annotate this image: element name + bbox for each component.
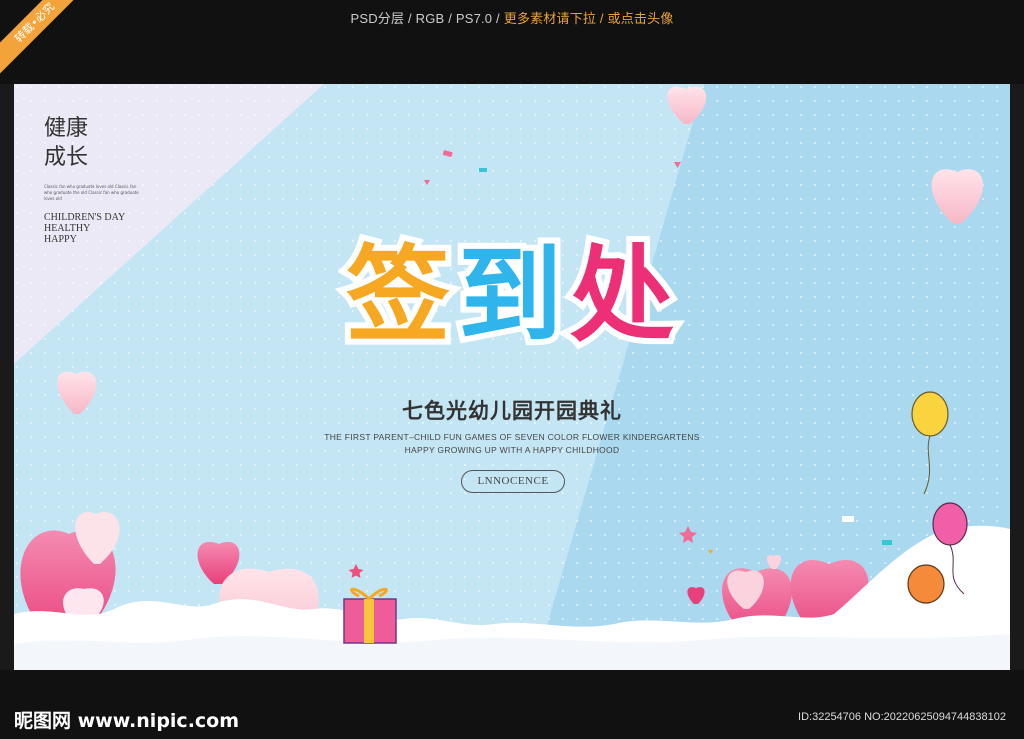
side-english-line2: HEALTHY bbox=[44, 223, 91, 234]
side-english: CHILDREN'S DAY HEALTHY HAPPY bbox=[44, 212, 154, 245]
top-meta-text: PSD分层 / RGB / PS7.0 / bbox=[350, 11, 500, 26]
side-english-line3: HAPPY bbox=[44, 234, 77, 245]
side-title: 健康 成长 bbox=[44, 114, 104, 172]
side-english-line1: CHILDREN'S DAY bbox=[44, 212, 126, 223]
subtitle: 七色光幼儿园开园典礼 bbox=[402, 399, 622, 423]
top-meta-bar: PSD分层 / RGB / PS7.0 / 更多素材请下拉 / 或点击头像 bbox=[0, 8, 1024, 27]
title-char-2: 到 bbox=[452, 228, 570, 362]
side-panel: 健康 成长 Classic fan who graduate loves old… bbox=[44, 114, 154, 245]
english-line-1: THE FIRST PARENT–CHILD FUN GAMES OF SEVE… bbox=[324, 432, 700, 442]
poster-canvas: 健康 成长 Classic fan who graduate loves old… bbox=[14, 84, 1010, 670]
main-title: 签到处 bbox=[294, 204, 734, 362]
nipic-logo[interactable]: 昵图网 www.nipic.com bbox=[14, 706, 239, 733]
innocence-pill: LNNOCENCE bbox=[461, 470, 565, 493]
balloon-orange-icon bbox=[907, 564, 945, 604]
image-id: ID:32254706 NO:20220625094744838102 bbox=[798, 711, 1006, 723]
title-char-1: 签 bbox=[340, 228, 458, 362]
side-title-line2: 成长 bbox=[44, 145, 89, 170]
more-materials-link[interactable]: 更多素材请下拉 / 或点击头像 bbox=[504, 11, 674, 26]
side-small-text: Classic fan who graduate loves old Class… bbox=[44, 184, 139, 201]
title-char-3: 处 bbox=[564, 228, 683, 362]
poster-background bbox=[14, 84, 1010, 670]
english-line-2: HAPPY GROWING UP WITH A HAPPY CHILDHOOD bbox=[404, 445, 620, 455]
side-title-line1: 健康 bbox=[44, 116, 89, 141]
